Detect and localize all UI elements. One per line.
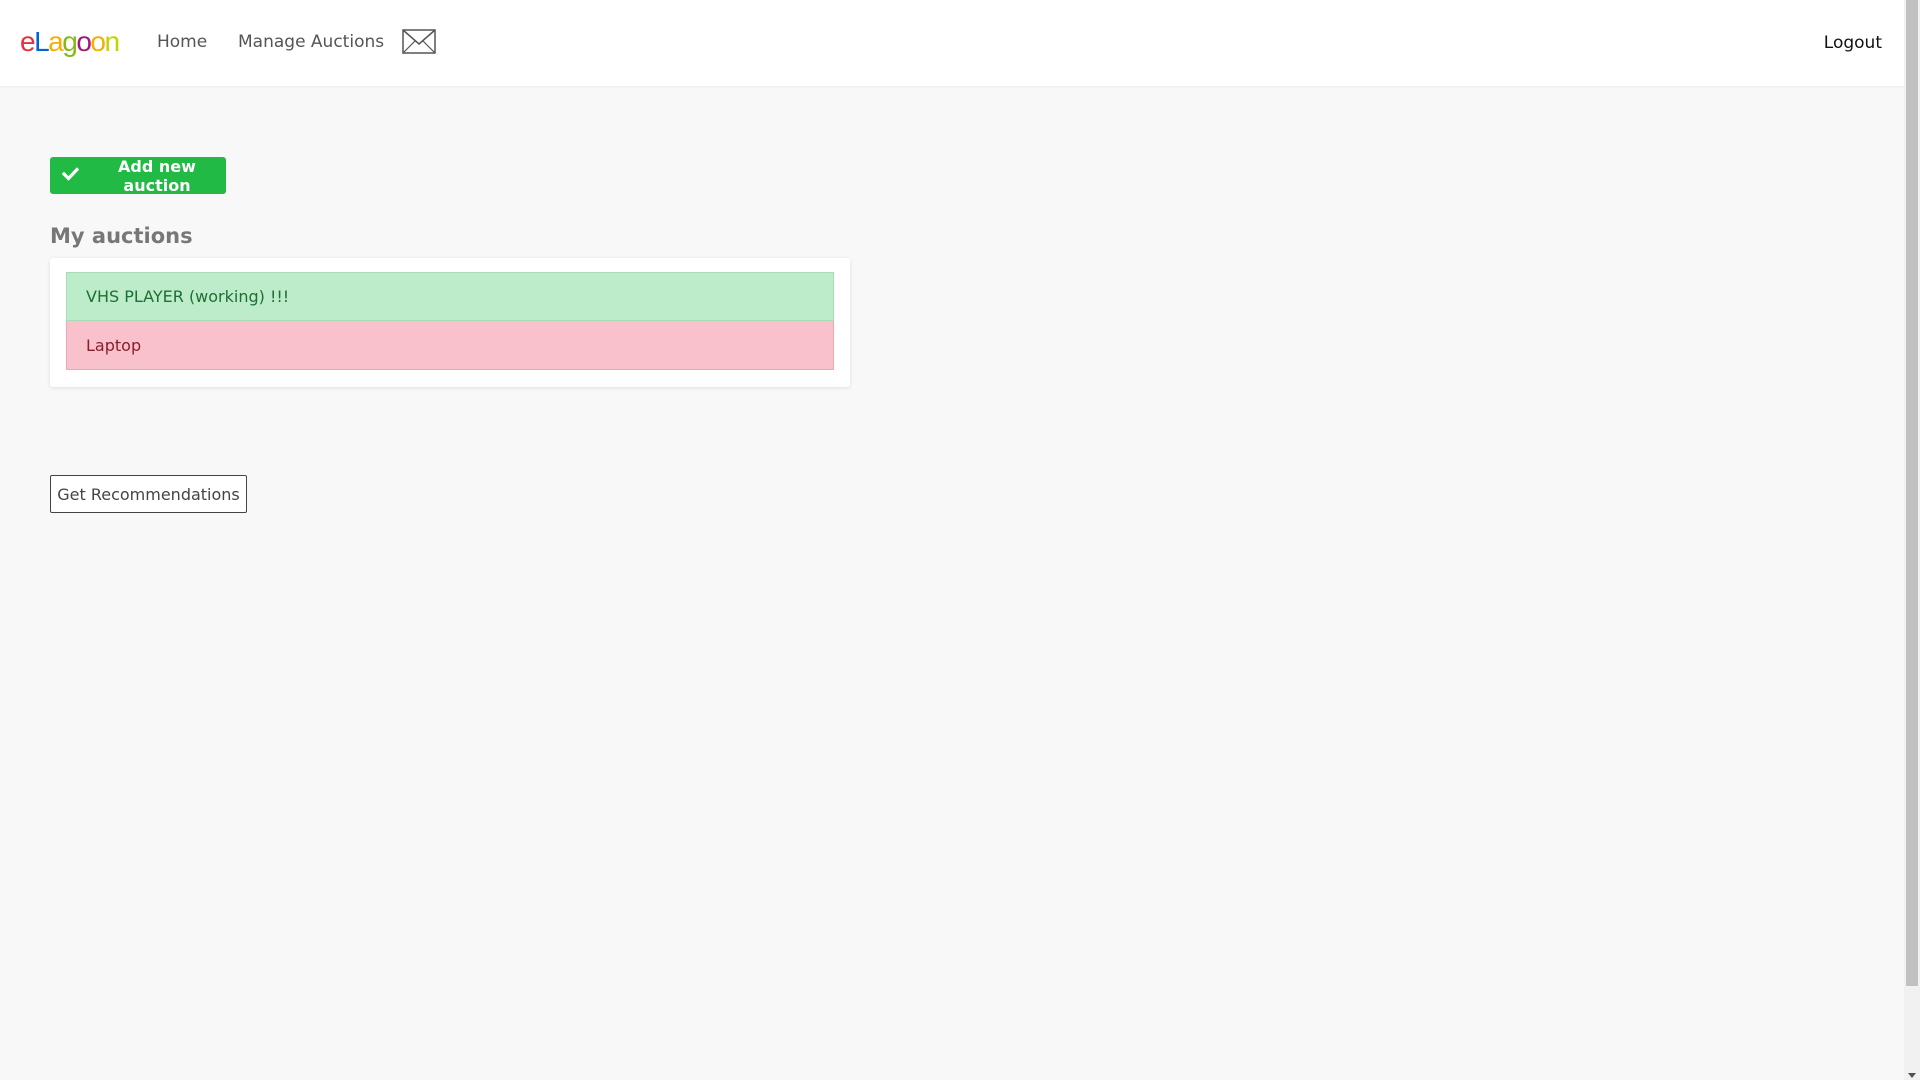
top-navbar: eLagoon Home Manage Auctions Logout <box>0 0 1904 86</box>
checkmark-icon <box>61 166 80 185</box>
my-auctions-heading: My auctions <box>50 224 193 248</box>
scrollbar-thumb[interactable] <box>1906 0 1918 986</box>
logo-letter: a <box>48 26 64 57</box>
nav-home-link[interactable]: Home <box>157 30 207 54</box>
vertical-scrollbar[interactable] <box>1904 0 1920 1080</box>
elagoon-logo[interactable]: eLagoon <box>20 26 120 58</box>
logout-link[interactable]: Logout <box>1824 31 1882 55</box>
logo-letter: n <box>104 26 120 57</box>
logo-letter: L <box>34 26 50 57</box>
envelope-icon[interactable] <box>402 29 436 54</box>
auction-list-item[interactable]: VHS PLAYER (working) !!! <box>66 272 834 321</box>
add-new-auction-label: Add new auction <box>118 156 196 195</box>
logo-letter: o <box>90 26 106 57</box>
add-new-auction-button[interactable]: Add new auction <box>50 156 226 195</box>
auction-list-item[interactable]: Laptop <box>66 321 834 370</box>
auction-title: Laptop <box>86 335 142 355</box>
logo-letter: o <box>76 26 92 57</box>
auction-title: VHS PLAYER (working) !!! <box>86 287 290 306</box>
auction-list-card: VHS PLAYER (working) !!! Laptop <box>50 258 850 387</box>
logo-letter: g <box>62 26 78 57</box>
get-recommendations-button[interactable]: Get Recommendations <box>50 475 247 513</box>
logo-letter: e <box>20 26 36 57</box>
scroll-down-arrow-icon[interactable] <box>1908 1073 1916 1078</box>
nav-manage-auctions-link[interactable]: Manage Auctions <box>238 30 384 54</box>
